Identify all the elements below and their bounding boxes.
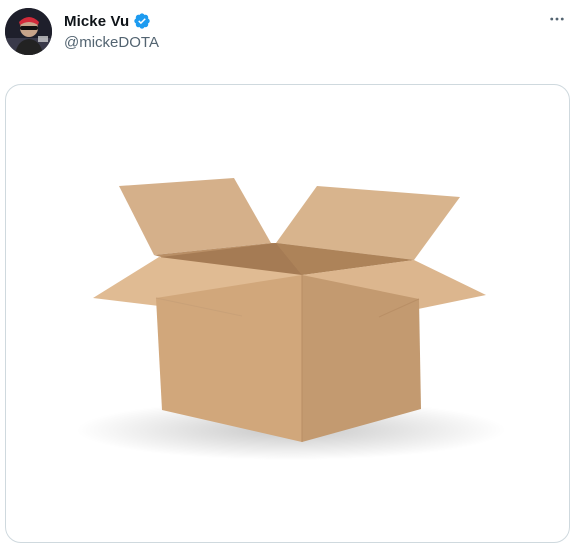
cardboard-box-image <box>76 178 506 460</box>
tweet: Micke Vu @mickeDOTA <box>0 0 578 558</box>
more-options-button[interactable] <box>546 8 568 30</box>
tweet-media-photo[interactable] <box>5 84 570 543</box>
author-handle[interactable]: @mickeDOTA <box>64 34 159 51</box>
avatar-image <box>5 8 52 55</box>
author-display-name[interactable]: Micke Vu <box>64 13 129 30</box>
more-horizontal-icon <box>550 17 564 21</box>
author-name-row[interactable]: Micke Vu <box>64 12 151 30</box>
avatar[interactable] <box>5 8 52 55</box>
verified-badge-icon <box>133 12 151 30</box>
